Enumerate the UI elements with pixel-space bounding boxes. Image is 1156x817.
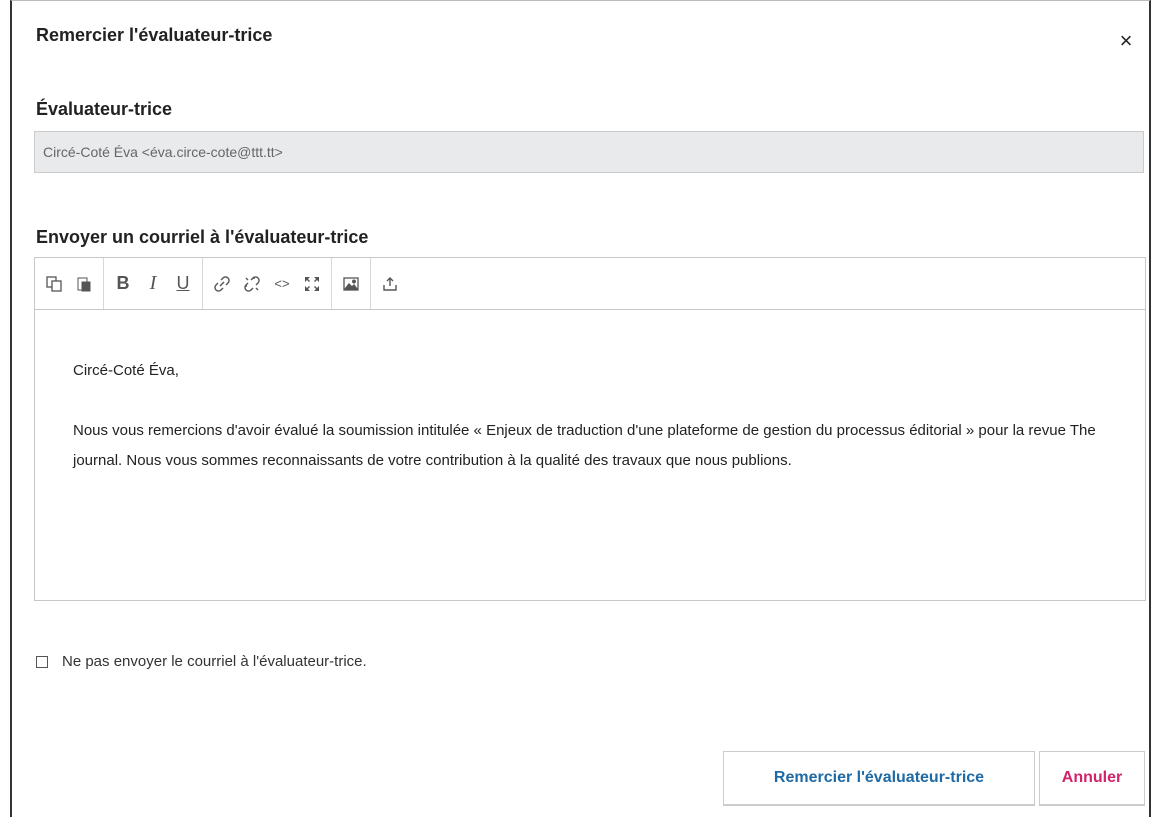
cancel-button[interactable]: Annuler bbox=[1039, 751, 1145, 805]
unlink-icon[interactable] bbox=[237, 269, 267, 299]
modal-title: Remercier l'évaluateur-trice bbox=[36, 25, 273, 45]
image-icon[interactable] bbox=[336, 269, 366, 299]
skip-email-label: Ne pas envoyer le courriel à l'évaluateu… bbox=[62, 653, 367, 670]
email-body[interactable]: Circé-Coté Éva, Nous vous remercions d'a… bbox=[35, 310, 1145, 506]
link-icon[interactable] bbox=[207, 269, 237, 299]
code-button[interactable]: <> bbox=[267, 269, 297, 299]
copy-icon[interactable] bbox=[39, 269, 69, 299]
email-editor: B I U <> Circé-Coté Éva, Nous vous remer… bbox=[34, 257, 1146, 601]
thank-reviewer-modal: Remercier l'évaluateur-trice × Évaluateu… bbox=[10, 0, 1151, 817]
reviewer-label: Évaluateur-trice bbox=[36, 99, 173, 119]
reviewer-field[interactable] bbox=[34, 131, 1144, 173]
email-body-text: Nous vous remercions d'avoir évalué la s… bbox=[73, 422, 1096, 469]
italic-button[interactable]: I bbox=[138, 269, 168, 299]
paste-icon[interactable] bbox=[69, 269, 99, 299]
thank-reviewer-button[interactable]: Remercier l'évaluateur-trice bbox=[723, 751, 1035, 805]
fullscreen-icon[interactable] bbox=[297, 269, 327, 299]
email-label: Envoyer un courriel à l'évaluateur-trice bbox=[36, 227, 369, 247]
email-greeting: Circé-Coté Éva, bbox=[73, 362, 179, 379]
skip-email-row[interactable]: Ne pas envoyer le courriel à l'évaluateu… bbox=[36, 653, 367, 670]
upload-icon[interactable] bbox=[375, 269, 405, 299]
bold-button[interactable]: B bbox=[108, 269, 138, 299]
skip-email-checkbox[interactable] bbox=[36, 655, 48, 668]
underline-button[interactable]: U bbox=[168, 269, 198, 299]
close-icon[interactable]: × bbox=[1111, 25, 1141, 55]
editor-toolbar: B I U <> bbox=[35, 258, 1145, 310]
